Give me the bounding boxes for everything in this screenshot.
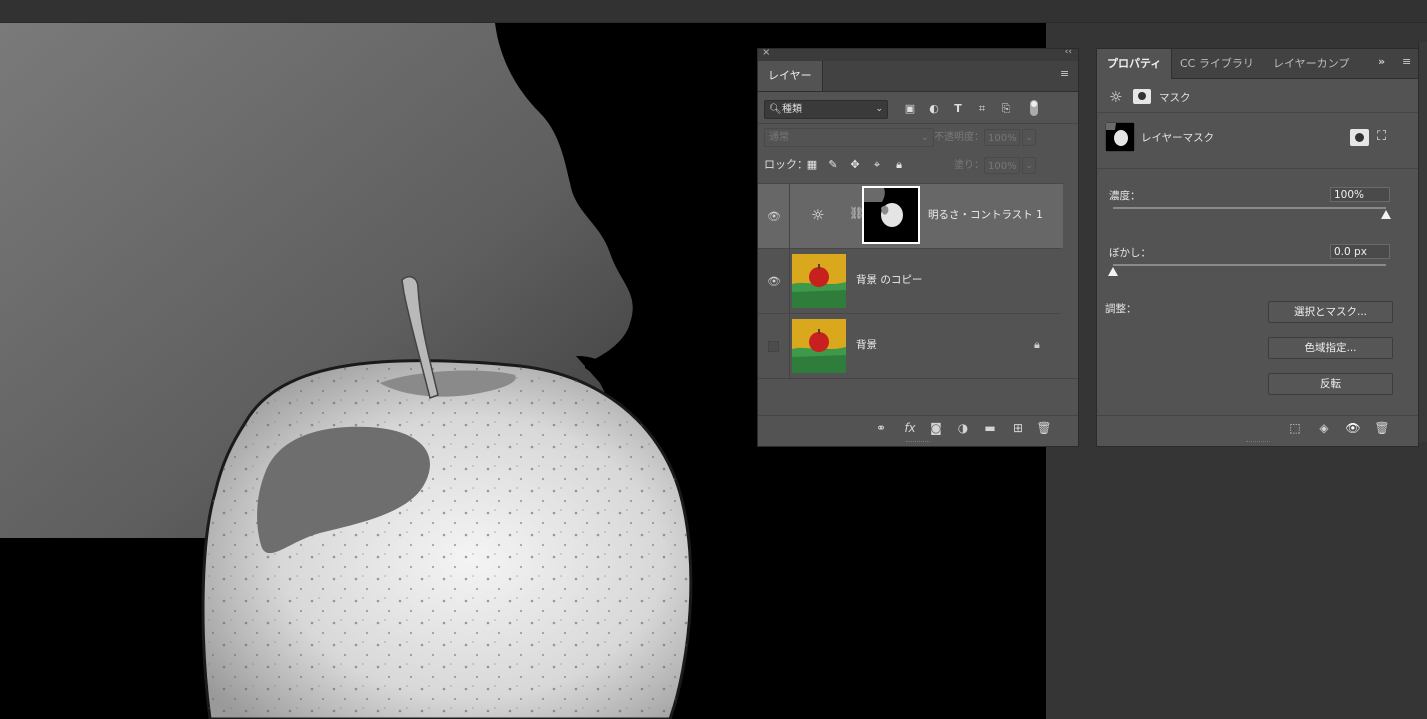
layers-panel: × ‹‹ レイヤー ≡ 🔍︎ 種類 ⌄ ▣ ◐ T ⌗ ⎘ 通常 ⌄ 不透明度：… [757, 47, 1079, 447]
layers-bottom-toolbar: ⚭ fx ◙ ◑ ▬ ⊞ 🗑︎ [758, 415, 1078, 440]
layer-row[interactable]: 👁︎ 背景 のコピー [758, 248, 1061, 313]
mask-mode-icon[interactable] [1133, 89, 1151, 104]
density-slider-track[interactable] [1113, 207, 1386, 209]
lock-paint-icon[interactable]: ✎ [826, 156, 840, 173]
color-range-button[interactable]: 色域指定... [1268, 337, 1393, 359]
tab-cc-libraries[interactable]: CC ライブラリ [1170, 49, 1264, 79]
type-filter-icon[interactable]: T [950, 100, 966, 117]
new-adjustment-icon[interactable]: ◑ [955, 421, 971, 435]
properties-tab-row: プロパティ CC ライブラリ レイヤーカンプ » ≡ [1097, 49, 1418, 79]
pixel-mask-icon[interactable] [1350, 129, 1369, 146]
properties-bottom-toolbar: ⬚ ◈ 👁︎ 🗑︎ [1097, 415, 1418, 440]
invert-button[interactable]: 反転 [1268, 373, 1393, 395]
eye-icon[interactable]: 👁︎ [1345, 421, 1361, 435]
divider [758, 378, 1078, 379]
adjustment-filter-icon[interactable]: ◐ [926, 100, 942, 117]
new-group-icon[interactable]: ▬ [982, 421, 998, 435]
fill-label: 塗り： [954, 160, 984, 171]
mask-thumbnail[interactable] [1105, 122, 1135, 152]
layer-row[interactable]: 背景 🔒︎ [758, 313, 1061, 378]
layers-tab-row: レイヤー ≡ [758, 61, 1078, 92]
panel-title-bar[interactable]: × ‹‹ [758, 47, 1078, 61]
feather-slider-knob[interactable] [1108, 267, 1118, 276]
select-and-mask-button[interactable]: 選択とマスク... [1268, 301, 1393, 323]
shape-filter-icon[interactable]: ⌗ [974, 100, 990, 117]
apply-mask-icon[interactable]: ◈ [1316, 421, 1332, 435]
layer-mask-thumbnail[interactable] [862, 186, 920, 244]
dock-edge [1418, 42, 1427, 442]
trash-icon[interactable]: 🗑︎ [1374, 421, 1390, 435]
eye-icon: 👁︎ [767, 210, 781, 223]
trash-icon[interactable]: 🗑︎ [1036, 421, 1052, 435]
new-layer-icon[interactable]: ⊞ [1010, 421, 1026, 435]
filter-toggle-icon[interactable] [1030, 100, 1038, 116]
tab-layers[interactable]: レイヤー [758, 61, 823, 91]
density-field[interactable]: 100% [1330, 187, 1390, 202]
link-layers-icon[interactable]: ⚭ [873, 421, 889, 435]
lock-label: ロック： [764, 158, 808, 171]
lock-artboard-icon[interactable]: ⌖ [870, 156, 884, 173]
feather-slider-track[interactable] [1113, 264, 1386, 266]
tab-layer-comps[interactable]: レイヤーカンプ [1263, 49, 1359, 79]
adjust-label: 調整： [1105, 303, 1137, 315]
expand-tabs-icon[interactable]: » [1378, 56, 1390, 67]
resize-grip[interactable] [906, 441, 930, 444]
opacity-field[interactable]: 100% [984, 129, 1020, 146]
load-selection-icon[interactable]: ⬚ [1287, 421, 1303, 435]
mask-preview [864, 188, 903, 227]
hidden-box-icon [768, 341, 779, 352]
chevron-down-icon: ⌄ [875, 104, 883, 114]
lock-all-icon[interactable]: 🔒︎ [892, 156, 906, 173]
resize-grip[interactable] [1245, 441, 1270, 444]
layer-row[interactable]: 👁︎ ☼ ⛓︎ 明るさ・コントラスト 1 [758, 183, 1063, 248]
layer-name[interactable]: 明るさ・コントラスト 1 [928, 207, 1043, 222]
tab-properties[interactable]: プロパティ [1097, 49, 1173, 79]
kind-filter-value: 種類 [782, 104, 802, 115]
close-icon[interactable]: × [762, 47, 770, 58]
visibility-toggle[interactable] [758, 314, 790, 378]
layer-thumbnail[interactable] [792, 254, 846, 308]
brightness-icon[interactable]: ☼ [1109, 88, 1122, 106]
smart-object-filter-icon[interactable]: ⎘ [998, 100, 1014, 117]
lock-transparency-icon[interactable]: ▦ [805, 156, 819, 173]
image-filter-icon[interactable]: ▣ [902, 100, 918, 117]
layer-name[interactable]: 背景 のコピー [856, 272, 922, 287]
mask-name: レイヤーマスク [1141, 132, 1215, 144]
layer-kind-filter[interactable]: 🔍︎ 種類 ⌄ [764, 100, 888, 119]
feather-field[interactable]: 0.0 px [1330, 244, 1390, 259]
visibility-toggle[interactable]: 👁︎ [758, 184, 790, 248]
properties-header-label: マスク [1159, 92, 1191, 104]
lock-icon: 🔒︎ [1034, 338, 1040, 351]
app-top-bar [0, 0, 1427, 23]
blend-mode-select[interactable]: 通常 ⌄ [764, 128, 934, 147]
collapse-icon[interactable]: ‹‹ [1065, 47, 1072, 57]
visibility-toggle[interactable]: 👁︎ [758, 249, 790, 313]
search-icon: 🔍︎ [769, 104, 782, 115]
density-slider-knob[interactable] [1381, 210, 1391, 219]
vector-mask-icon[interactable]: ⛶ [1377, 129, 1386, 144]
fill-chevron-icon[interactable]: ⌄ [1022, 157, 1036, 174]
blend-mode-value: 通常 [769, 132, 789, 143]
fill-field[interactable]: 100% [984, 157, 1020, 174]
opacity-label: 不透明度： [934, 132, 984, 143]
divider [1097, 112, 1418, 113]
add-mask-icon[interactable]: ◙ [928, 421, 944, 435]
panel-menu-icon[interactable]: ≡ [1402, 56, 1414, 67]
opacity-chevron-icon[interactable]: ⌄ [1022, 129, 1036, 146]
layer-thumbnail[interactable] [792, 319, 846, 373]
eye-icon: 👁︎ [767, 275, 781, 288]
layer-name[interactable]: 背景 [856, 337, 877, 352]
feather-label: ぼかし： [1109, 247, 1151, 259]
density-label: 濃度： [1109, 190, 1141, 202]
divider [1097, 168, 1418, 169]
panel-menu-icon[interactable]: ≡ [1060, 68, 1072, 79]
lock-move-icon[interactable]: ✥ [848, 156, 862, 173]
properties-panel: プロパティ CC ライブラリ レイヤーカンプ » ≡ ☼ マスク レイヤーマスク… [1096, 48, 1419, 447]
fx-icon[interactable]: fx [902, 421, 918, 435]
divider [758, 123, 1078, 124]
chevron-down-icon: ⌄ [920, 132, 929, 143]
brightness-contrast-icon: ☼ [811, 206, 825, 224]
